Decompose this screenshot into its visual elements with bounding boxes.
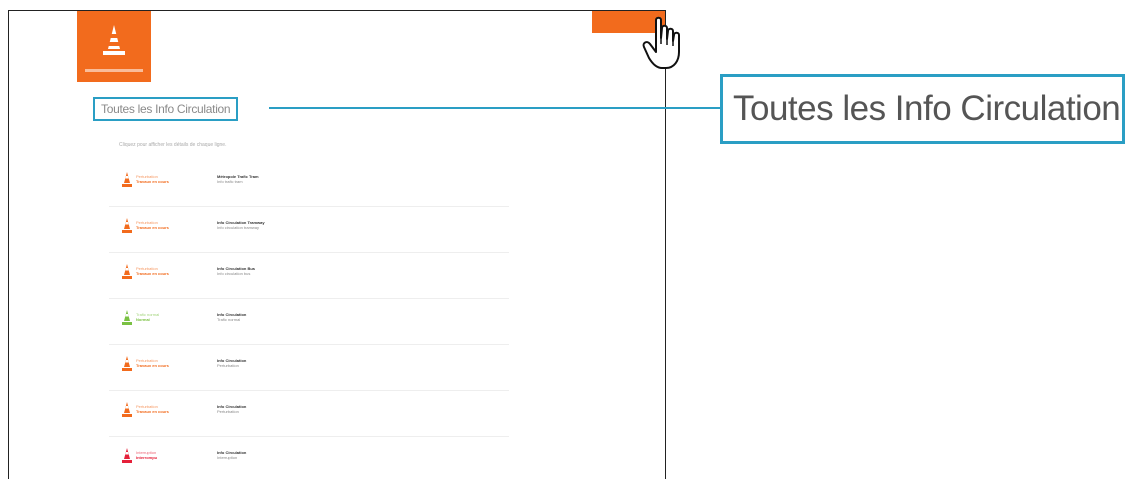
item-info: Métropole Trafic Tram Info trafic tram	[217, 174, 259, 184]
status-line: Trafic normal	[136, 312, 160, 317]
list-item[interactable]: Perturbation Travaux en cours Info Circula…	[109, 345, 509, 391]
logo-caption	[85, 69, 143, 72]
status-badge: Perturbation Travaux en cours	[136, 220, 169, 230]
page-title: Toutes les Info Circulation	[93, 97, 239, 121]
traffic-cone-icon	[122, 356, 132, 371]
status-detail: Travaux en cours	[136, 409, 169, 414]
list-item[interactable]: Perturbation Travaux en cours Info Circula…	[109, 253, 509, 299]
status-line: Interruption	[136, 450, 157, 455]
list-item[interactable]: Perturbation Travaux en cours Métropole Tr…	[109, 161, 509, 207]
status-detail: Travaux en cours	[136, 363, 169, 368]
traffic-cone-icon	[122, 264, 132, 279]
item-description: Info trafic tram	[217, 179, 243, 184]
traffic-info-list: Perturbation Travaux en cours Métropole Tr…	[109, 161, 509, 479]
status-detail: Travaux en cours	[136, 271, 169, 276]
status-badge: Perturbation Travaux en cours	[136, 266, 169, 276]
status-badge: Perturbation Travaux en cours	[136, 174, 169, 184]
item-info: Info Circulation Perturbation	[217, 358, 246, 368]
traffic-cone-icon	[122, 172, 132, 187]
callout-connector	[269, 107, 723, 109]
status-badge: Perturbation Travaux en cours	[136, 358, 169, 368]
screen: Cliquez pour afficher les détails de cha…	[0, 0, 1125, 479]
item-description: Perturbation	[217, 363, 239, 368]
status-line: Perturbation	[136, 404, 158, 409]
website-page: Cliquez pour afficher les détails de cha…	[8, 10, 666, 479]
traffic-cone-icon	[122, 448, 132, 463]
status-line: Perturbation	[136, 358, 158, 363]
status-detail: Travaux en cours	[136, 179, 169, 184]
item-description: Info circulation bus	[217, 271, 251, 276]
list-item[interactable]: Interruption Interrompu Info Circulation In…	[109, 437, 509, 479]
item-description: Trafic normal	[217, 317, 241, 322]
list-item[interactable]: Perturbation Travaux en cours Info Circula…	[109, 207, 509, 253]
item-info: Info Circulation Perturbation	[217, 404, 246, 414]
status-line: Perturbation	[136, 220, 158, 225]
list-item[interactable]: Perturbation Travaux en cours Info Circula…	[109, 391, 509, 437]
item-info: Info Circulation Tramway Info circulation…	[217, 220, 265, 230]
status-detail: Interrompu	[136, 455, 158, 460]
page-subtitle: Cliquez pour afficher les détails de cha…	[119, 142, 227, 148]
status-badge: Interruption Interrompu	[136, 450, 157, 460]
traffic-cone-icon	[122, 310, 132, 325]
zoom-callout: Toutes les Info Circulation	[720, 74, 1125, 144]
item-description: Info circulation tramway	[217, 225, 260, 230]
zoom-callout-text: Toutes les Info Circulation	[733, 89, 1121, 128]
item-info: Info Circulation Interruption	[217, 450, 246, 460]
status-badge: Perturbation Travaux en cours	[136, 404, 169, 414]
item-description: Interruption	[217, 455, 238, 460]
site-logo[interactable]	[77, 11, 151, 82]
status-detail: Travaux en cours	[136, 225, 169, 230]
item-info: Info Circulation Trafic normal	[217, 312, 246, 322]
list-item[interactable]: Trafic normal Normal Info Circulation Trafi…	[109, 299, 509, 345]
traffic-cone-icon	[122, 402, 132, 417]
hand-pointer-icon	[642, 16, 680, 69]
item-description: Perturbation	[217, 409, 239, 414]
status-line: Perturbation	[136, 174, 158, 179]
status-line: Perturbation	[136, 266, 158, 271]
item-info: Info Circulation Bus Info circulation bus	[217, 266, 255, 276]
status-badge: Trafic normal Normal	[136, 312, 159, 322]
traffic-cone-icon	[122, 218, 132, 233]
status-detail: Normal	[136, 317, 150, 322]
traffic-cone-icon	[103, 25, 125, 55]
